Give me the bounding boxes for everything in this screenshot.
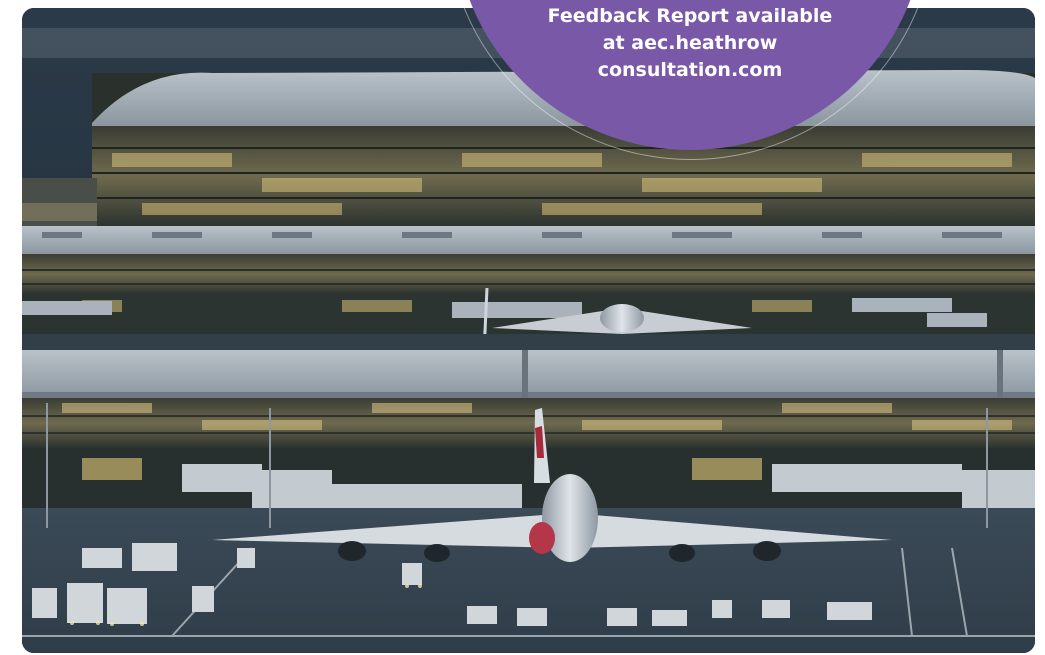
airport-terminal-photo [22,8,1035,653]
callout-text: Feedback Report available at aec.heathro… [455,3,925,84]
callout-line-1: Feedback Report available [547,5,833,27]
callout-line-2: at aec.heathrow [602,32,778,54]
terminal-illustration [22,8,1035,653]
report-page: Feedback Report available at aec.heathro… [0,0,1045,655]
callout-line-3: consultation.com [597,59,783,81]
